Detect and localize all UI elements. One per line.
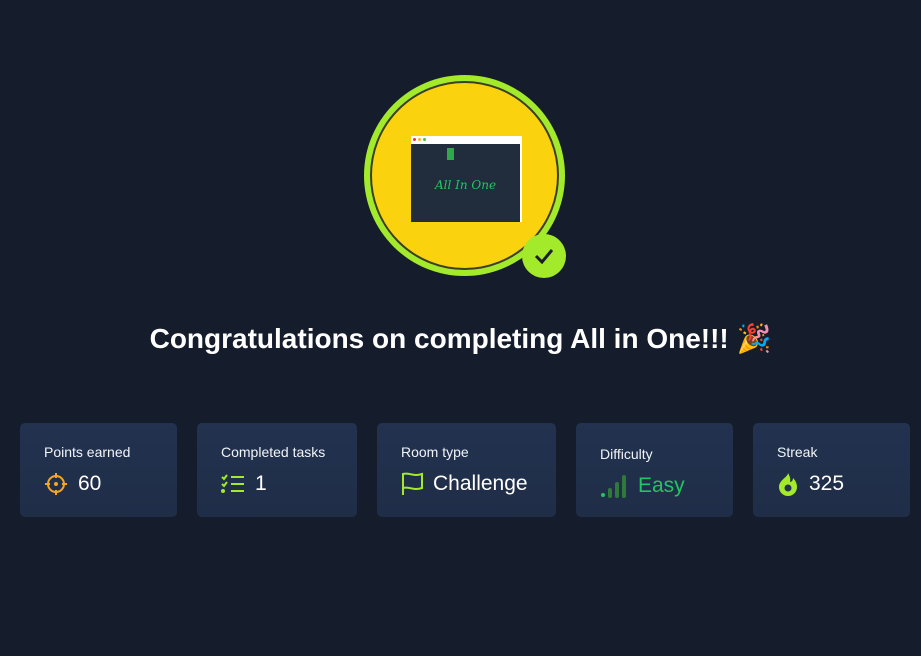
room-image: All In One <box>411 136 522 222</box>
stat-label: Points earned <box>44 444 131 460</box>
checkmark-icon <box>522 234 566 278</box>
signal-bars-icon <box>601 475 626 498</box>
flag-icon <box>402 472 423 495</box>
checklist-icon <box>221 474 244 493</box>
flame-icon <box>779 473 797 496</box>
stat-difficulty: Difficulty Easy <box>576 423 733 517</box>
stat-points: Points earned 60 <box>20 423 177 517</box>
room-image-text: All In One <box>434 178 497 192</box>
stat-value: 60 <box>78 472 102 495</box>
crosshair-icon <box>45 473 67 495</box>
page-title: Congratulations on completing All in One… <box>149 323 772 354</box>
stat-label: Difficulty <box>600 446 653 462</box>
stat-room-type: Room type Challenge <box>377 423 556 517</box>
stat-streak: Streak 325 <box>753 423 910 517</box>
stat-value: Challenge <box>433 472 528 495</box>
stat-value: Easy <box>638 474 685 497</box>
stat-value: 325 <box>809 472 845 495</box>
stat-tasks: Completed tasks 1 <box>197 423 357 517</box>
stat-value: 1 <box>255 472 267 495</box>
stat-label: Streak <box>777 444 818 460</box>
stat-label: Room type <box>401 444 469 460</box>
stat-label: Completed tasks <box>221 444 326 460</box>
